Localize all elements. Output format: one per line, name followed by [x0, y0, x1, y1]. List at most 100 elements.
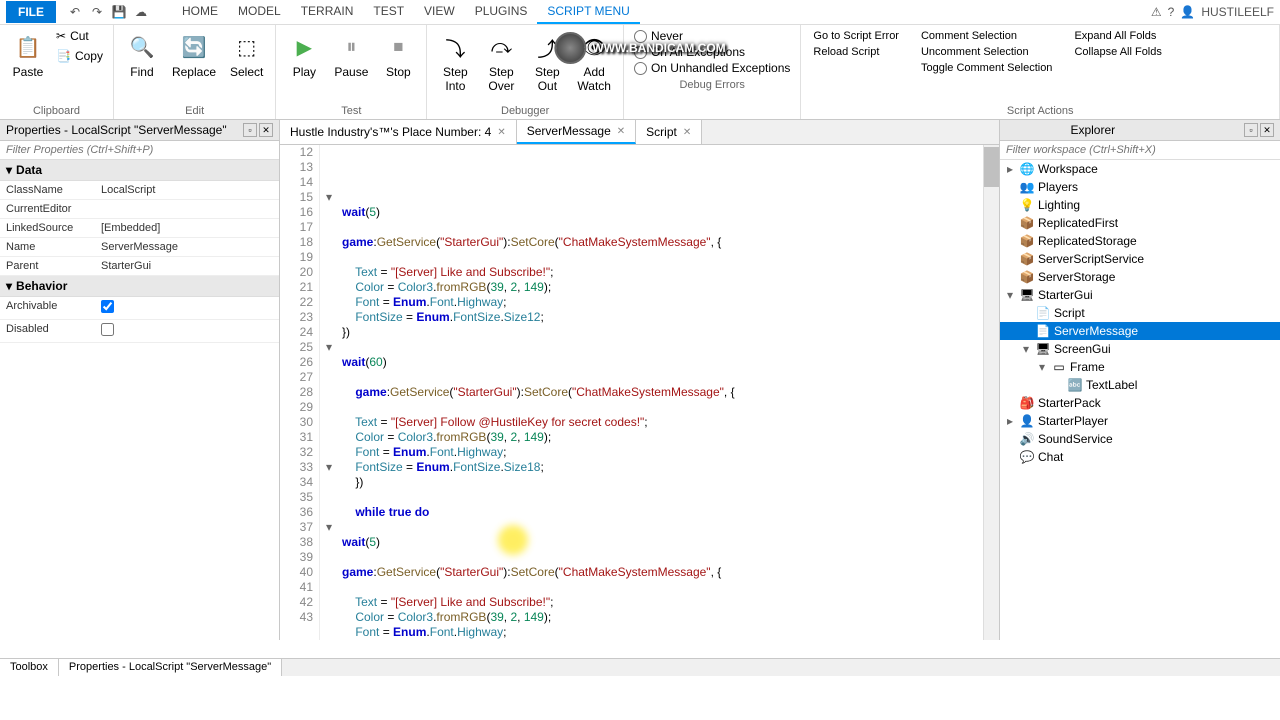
- expand-folds-button[interactable]: Expand All Folds: [1072, 29, 1158, 43]
- expander-icon[interactable]: ▾: [1004, 288, 1016, 302]
- collapse-folds-button[interactable]: Collapse All Folds: [1072, 45, 1163, 59]
- tree-item-serverstorage[interactable]: 📦ServerStorage: [1000, 268, 1280, 286]
- replace-button[interactable]: 🔄Replace: [166, 27, 222, 83]
- explorer-filter-input[interactable]: [1000, 141, 1280, 160]
- bottom-tab-properties[interactable]: Properties - LocalScript "ServerMessage": [59, 659, 282, 676]
- tree-icon: 📄: [1035, 305, 1051, 321]
- stop-button[interactable]: ⏹Stop: [376, 27, 420, 83]
- editor-tab[interactable]: Script✕: [636, 120, 702, 144]
- expander-icon[interactable]: ▸: [1004, 414, 1016, 428]
- find-button[interactable]: 🔍Find: [120, 27, 164, 83]
- tree-item-workspace[interactable]: ▸🌐Workspace: [1000, 160, 1280, 178]
- reload-script-button[interactable]: Reload Script: [811, 45, 881, 59]
- play-button[interactable]: ▶Play: [282, 27, 326, 83]
- tree-item-chat[interactable]: 💬Chat: [1000, 448, 1280, 466]
- collapse-icon: ▾: [6, 279, 12, 293]
- tree-item-players[interactable]: 👥Players: [1000, 178, 1280, 196]
- ribbon-tab-plugins[interactable]: PLUGINS: [465, 0, 538, 24]
- username[interactable]: HUSTILEELF: [1201, 5, 1274, 19]
- watermark-text: WWW.BANDICAM.COM: [592, 41, 725, 55]
- save-icon[interactable]: 💾: [110, 3, 128, 21]
- notification-icon[interactable]: ⚠: [1151, 5, 1162, 19]
- tree-item-script[interactable]: 📄Script: [1000, 304, 1280, 322]
- expander-icon[interactable]: ▾: [1036, 360, 1048, 374]
- tree-item-replicatedstorage[interactable]: 📦ReplicatedStorage: [1000, 232, 1280, 250]
- go-to-error-button[interactable]: Go to Script Error: [811, 29, 901, 43]
- tree-label: ScreenGui: [1054, 342, 1111, 356]
- bottom-tab-toolbox[interactable]: Toolbox: [0, 659, 59, 676]
- redo-icon[interactable]: ↷: [88, 3, 106, 21]
- tree-label: ServerStorage: [1038, 270, 1115, 284]
- replace-icon: 🔄: [178, 31, 210, 63]
- panel-dock-icon[interactable]: ▫: [243, 123, 257, 137]
- ribbon-group-edit: 🔍Find 🔄Replace ⬚Select Edit: [114, 25, 276, 119]
- tree-label: ReplicatedStorage: [1038, 234, 1137, 248]
- toggle-comment-button[interactable]: Toggle Comment Selection: [919, 61, 1054, 75]
- tree-item-textlabel[interactable]: 🔤TextLabel: [1000, 376, 1280, 394]
- close-icon[interactable]: ✕: [497, 127, 505, 138]
- tree-item-screengui[interactable]: ▾🖥ScreenGui: [1000, 340, 1280, 358]
- editor-tab[interactable]: ServerMessage✕: [517, 120, 636, 144]
- stop-icon: ⏹: [382, 31, 414, 63]
- file-menu[interactable]: FILE: [6, 1, 56, 23]
- panel-close-icon[interactable]: ✕: [259, 123, 273, 137]
- close-icon[interactable]: ✕: [683, 127, 691, 138]
- ribbon-group-clipboard: 📋 Paste ✂Cut 📑Copy Clipboard: [0, 25, 114, 119]
- prop-archivable: Archivable: [0, 297, 279, 320]
- ribbon-tab-test[interactable]: TEST: [363, 0, 414, 24]
- editor-tabs: Hustle Industry's™'s Place Number: 4✕Ser…: [280, 120, 999, 145]
- panel-dock-icon[interactable]: ▫: [1244, 123, 1258, 137]
- ribbon-tab-script-menu[interactable]: SCRIPT MENU: [537, 0, 639, 24]
- ribbon-tab-model[interactable]: MODEL: [228, 0, 291, 24]
- ribbon-tab-terrain[interactable]: TERRAIN: [291, 0, 364, 24]
- play-icon: ▶: [288, 31, 320, 63]
- top-menu: FILE ↶ ↷ 💾 ☁ HOMEMODELTERRAINTESTVIEWPLU…: [0, 0, 1280, 25]
- cut-button[interactable]: ✂Cut: [52, 27, 107, 45]
- publish-icon[interactable]: ☁: [132, 3, 150, 21]
- fold-gutter[interactable]: ▾▾▾▾: [320, 145, 338, 640]
- tree-item-startergui[interactable]: ▾🖥StarterGui: [1000, 286, 1280, 304]
- bandicam-logo-icon: [554, 32, 586, 64]
- ribbon-tab-view[interactable]: VIEW: [414, 0, 465, 24]
- close-icon[interactable]: ✕: [617, 126, 625, 137]
- tree-item-soundservice[interactable]: 🔊SoundService: [1000, 430, 1280, 448]
- user-avatar-icon[interactable]: 👤: [1180, 5, 1195, 19]
- copy-button[interactable]: 📑Copy: [52, 47, 107, 65]
- behavior-section-header[interactable]: ▾Behavior: [0, 276, 279, 297]
- disabled-checkbox[interactable]: [101, 323, 114, 336]
- tree-item-lighting[interactable]: 💡Lighting: [1000, 196, 1280, 214]
- comment-button[interactable]: Comment Selection: [919, 29, 1019, 43]
- tree-item-serverscriptservice[interactable]: 📦ServerScriptService: [1000, 250, 1280, 268]
- ribbon-tabs: HOMEMODELTERRAINTESTVIEWPLUGINSSCRIPT ME…: [172, 0, 640, 24]
- explorer-tree: ▸🌐Workspace👥Players💡Lighting📦ReplicatedF…: [1000, 160, 1280, 640]
- tree-item-replicatedfirst[interactable]: 📦ReplicatedFirst: [1000, 214, 1280, 232]
- pause-button[interactable]: ⏸Pause: [328, 27, 374, 83]
- data-section-header[interactable]: ▾Data: [0, 160, 279, 181]
- editor-tab[interactable]: Hustle Industry's™'s Place Number: 4✕: [280, 120, 517, 144]
- select-button[interactable]: ⬚Select: [224, 27, 269, 83]
- prop-parent: ParentStarterGui: [0, 257, 279, 276]
- expander-icon[interactable]: ▾: [1020, 342, 1032, 356]
- main-area: Properties - LocalScript "ServerMessage"…: [0, 120, 1280, 640]
- tree-item-frame[interactable]: ▾▭Frame: [1000, 358, 1280, 376]
- step-into-button[interactable]: ⤵Step Into: [433, 27, 477, 97]
- archivable-checkbox[interactable]: [101, 300, 114, 313]
- step-over-button[interactable]: ⤼Step Over: [479, 27, 523, 97]
- code-text[interactable]: wait(5)game:GetService("StarterGui"):Set…: [338, 145, 983, 640]
- vertical-scrollbar[interactable]: [983, 145, 999, 640]
- tree-label: SoundService: [1038, 432, 1113, 446]
- tree-item-starterplayer[interactable]: ▸👤StarterPlayer: [1000, 412, 1280, 430]
- expander-icon[interactable]: ▸: [1004, 162, 1016, 176]
- panel-close-icon[interactable]: ✕: [1260, 123, 1274, 137]
- paste-button[interactable]: 📋 Paste: [6, 27, 50, 83]
- help-icon[interactable]: ?: [1168, 5, 1175, 19]
- paste-icon: 📋: [12, 31, 44, 63]
- tree-item-starterpack[interactable]: 🎒StarterPack: [1000, 394, 1280, 412]
- undo-icon[interactable]: ↶: [66, 3, 84, 21]
- tree-icon: 🔊: [1019, 431, 1035, 447]
- code-editor[interactable]: 1213141516171819202122232425262728293031…: [280, 145, 999, 640]
- properties-filter-input[interactable]: [0, 141, 279, 160]
- tree-item-servermessage[interactable]: 📄ServerMessage: [1000, 322, 1280, 340]
- ribbon-tab-home[interactable]: HOME: [172, 0, 228, 24]
- uncomment-button[interactable]: Uncomment Selection: [919, 45, 1031, 59]
